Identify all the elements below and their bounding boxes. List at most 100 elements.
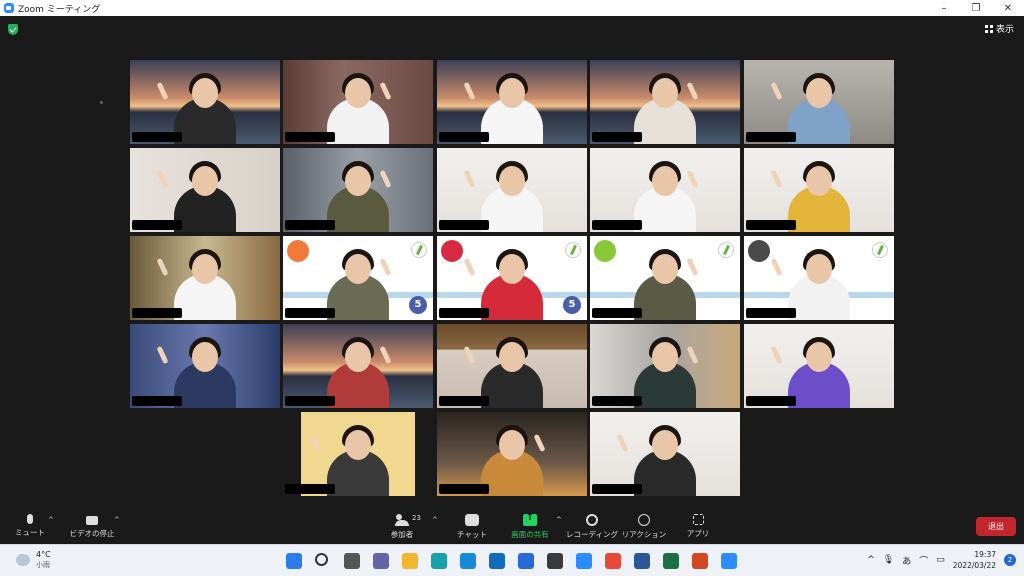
clock-date: 2022/03/22 bbox=[952, 561, 996, 570]
close-button[interactable]: ✕ bbox=[992, 3, 1024, 14]
number-badge: 5 bbox=[409, 296, 427, 314]
minimize-button[interactable]: – bbox=[928, 3, 960, 14]
chrome-icon[interactable] bbox=[605, 553, 621, 569]
video-tile[interactable] bbox=[130, 324, 280, 408]
edge-icon[interactable] bbox=[460, 553, 476, 569]
view-button[interactable]: 表示 bbox=[984, 22, 1014, 35]
pencil-icon bbox=[718, 242, 734, 258]
reactions-button[interactable]: リアクション bbox=[616, 514, 672, 540]
participant-face bbox=[345, 342, 371, 372]
weather-temperature: 4°C bbox=[36, 550, 51, 559]
video-tile[interactable] bbox=[283, 412, 433, 496]
participant-face bbox=[192, 78, 218, 108]
tray-overflow-chevron-icon[interactable]: ^ bbox=[867, 555, 875, 565]
video-tile[interactable] bbox=[744, 236, 894, 320]
mail-icon[interactable] bbox=[489, 553, 505, 569]
name-label-redacted bbox=[439, 484, 489, 494]
window-titlebar: Zoom ミーティング – ❐ ✕ bbox=[0, 0, 1024, 16]
teams-chat-icon[interactable] bbox=[373, 553, 389, 569]
video-tile[interactable] bbox=[283, 324, 433, 408]
pencil-icon bbox=[872, 242, 888, 258]
store-app-icon[interactable] bbox=[431, 553, 447, 569]
video-tile[interactable] bbox=[744, 148, 894, 232]
clock[interactable]: 19:37 2022/03/22 bbox=[953, 549, 996, 571]
chat-button[interactable]: チャット bbox=[444, 514, 500, 540]
video-tile[interactable] bbox=[437, 148, 587, 232]
video-tile[interactable] bbox=[590, 148, 740, 232]
name-label-redacted bbox=[285, 484, 335, 494]
video-options-chevron-icon[interactable]: ^ bbox=[114, 516, 120, 524]
reactions-label: リアクション bbox=[621, 530, 667, 539]
video-tile[interactable] bbox=[437, 412, 587, 496]
weather-widget[interactable]: 4°C 小雨 bbox=[16, 550, 51, 570]
video-tile[interactable] bbox=[283, 60, 433, 144]
video-tile[interactable] bbox=[437, 60, 587, 144]
rain-cloud-icon bbox=[16, 554, 30, 566]
search-icon[interactable] bbox=[315, 553, 328, 566]
pencil-icon bbox=[411, 242, 427, 258]
zoom-logo-icon bbox=[4, 3, 14, 13]
powerpoint-icon[interactable] bbox=[692, 553, 708, 569]
name-label-redacted bbox=[132, 220, 182, 230]
leave-button[interactable]: 退出 bbox=[976, 517, 1016, 536]
participant-face bbox=[652, 166, 678, 196]
wifi-icon[interactable]: ⌒ bbox=[919, 554, 928, 567]
maximize-button[interactable]: ❐ bbox=[960, 3, 992, 14]
excel-icon[interactable] bbox=[663, 553, 679, 569]
video-tile[interactable] bbox=[283, 148, 433, 232]
video-tile[interactable] bbox=[130, 60, 280, 144]
video-tile[interactable] bbox=[744, 324, 894, 408]
participant-face bbox=[806, 166, 832, 196]
participant-face bbox=[345, 166, 371, 196]
participant-face bbox=[499, 254, 525, 284]
view-button-label: 表示 bbox=[995, 25, 1014, 35]
participant-face bbox=[806, 342, 832, 372]
video-tile[interactable]: 5 bbox=[437, 236, 587, 320]
notification-badge[interactable]: 2 bbox=[1004, 554, 1016, 566]
smiley-plus-icon bbox=[638, 514, 650, 526]
share-options-chevron-icon[interactable]: ^ bbox=[556, 516, 562, 524]
participant-face bbox=[499, 430, 525, 460]
video-tile[interactable] bbox=[590, 60, 740, 144]
microphone-tray-icon[interactable]: 🎙 bbox=[883, 555, 894, 565]
video-tile[interactable] bbox=[437, 324, 587, 408]
apps-button[interactable]: アプリ bbox=[670, 514, 726, 539]
flower-icon bbox=[748, 240, 770, 262]
security-shield-icon[interactable] bbox=[8, 24, 18, 35]
video-tile[interactable] bbox=[590, 236, 740, 320]
zoom-icon[interactable] bbox=[576, 553, 592, 569]
name-label-redacted bbox=[592, 132, 642, 142]
video-tile[interactable] bbox=[590, 324, 740, 408]
name-label-redacted bbox=[285, 220, 335, 230]
video-tile[interactable]: 5 bbox=[283, 236, 433, 320]
video-tile[interactable] bbox=[130, 236, 280, 320]
camera-icon[interactable] bbox=[547, 553, 563, 569]
record-button[interactable]: レコーディング bbox=[564, 514, 620, 540]
name-label-redacted bbox=[439, 396, 489, 406]
battery-icon[interactable]: ▭ bbox=[936, 555, 945, 565]
task-view-icon[interactable] bbox=[344, 553, 360, 569]
name-label-redacted bbox=[746, 132, 796, 142]
flower-icon bbox=[594, 240, 616, 262]
ime-indicator[interactable]: あ bbox=[902, 554, 911, 567]
share-screen-button[interactable]: 画面の共有 bbox=[502, 512, 558, 540]
file-explorer-icon[interactable] bbox=[402, 553, 418, 569]
audio-options-chevron-icon[interactable]: ^ bbox=[48, 516, 54, 524]
video-camera-icon bbox=[86, 516, 98, 525]
video-tile[interactable] bbox=[744, 60, 894, 144]
participants-button[interactable]: 参加者 bbox=[374, 514, 430, 540]
pencil-icon bbox=[565, 242, 581, 258]
name-label-redacted bbox=[439, 220, 489, 230]
word-icon[interactable] bbox=[634, 553, 650, 569]
name-label-redacted bbox=[746, 220, 796, 230]
store-icon[interactable] bbox=[518, 553, 534, 569]
participant-face bbox=[345, 254, 371, 284]
stop-video-button[interactable]: ビデオの停止 bbox=[64, 514, 120, 539]
video-tile[interactable] bbox=[130, 148, 280, 232]
zoom-meeting-icon[interactable] bbox=[721, 553, 737, 569]
windows-start-icon[interactable] bbox=[286, 553, 302, 569]
number-badge: 5 bbox=[563, 296, 581, 314]
participants-options-chevron-icon[interactable]: ^ bbox=[432, 516, 438, 524]
apps-label: アプリ bbox=[686, 529, 710, 538]
video-tile[interactable] bbox=[590, 412, 740, 496]
